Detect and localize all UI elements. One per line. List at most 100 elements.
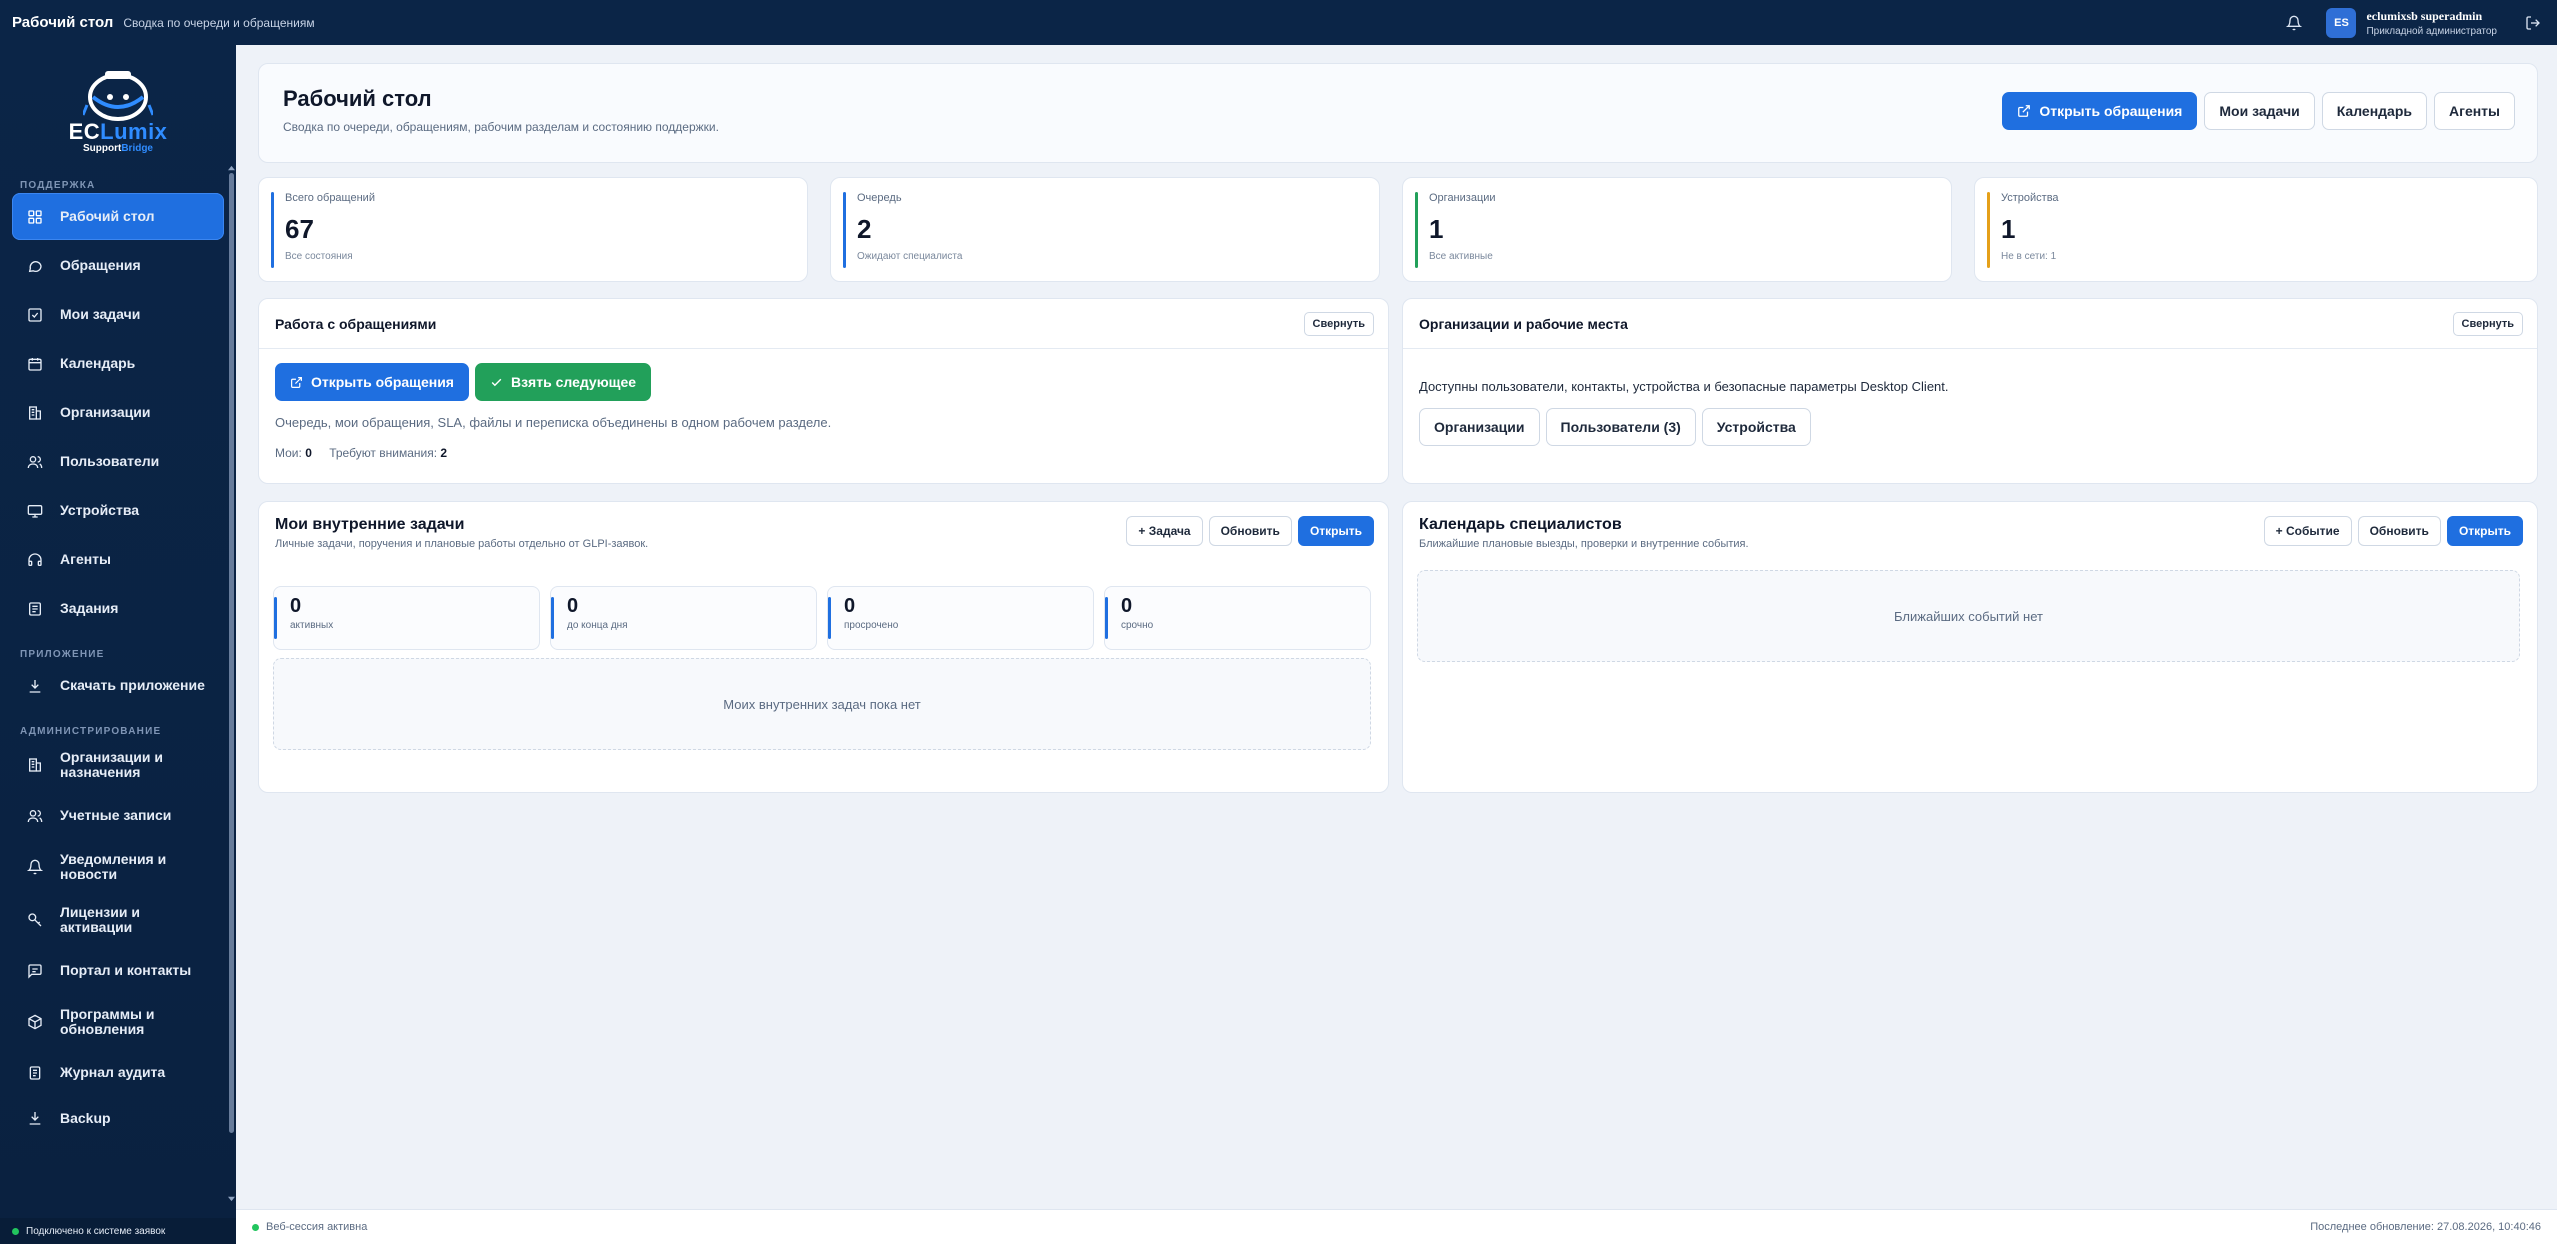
sidebar-item-backup[interactable]: Backup: [12, 1098, 224, 1138]
refresh-tasks-button[interactable]: Обновить: [1208, 516, 1292, 546]
sidebar-item-licenses[interactable]: Лицензии и активации: [12, 894, 224, 945]
stat-organizations[interactable]: Организации 1 Все активные: [1402, 177, 1952, 282]
connection-status-text: Подключено к системе заявок: [26, 1225, 166, 1237]
open-calendar-button[interactable]: Открыть: [2446, 516, 2523, 546]
counter-urgent: 0 срочно: [1104, 586, 1371, 650]
check-icon: [490, 376, 503, 389]
list-icon: [26, 600, 44, 618]
counter-due-today: 0 до конца дня: [550, 586, 817, 650]
headset-icon: [26, 551, 44, 569]
app-subtitle: Сводка по очереди и обращениям: [123, 15, 315, 30]
internal-tasks-panel: Мои внутренние задачи Личные задачи, пор…: [258, 501, 1389, 793]
counter-active: 0 активных: [273, 586, 540, 650]
sidebar-item-label: Задания: [60, 600, 119, 617]
user-role: Прикладной администратор: [2366, 25, 2497, 37]
sidebar-item-calendar[interactable]: Календарь: [12, 340, 224, 387]
sidebar-item-notifications[interactable]: Уведомления и новости: [12, 841, 224, 892]
logo-icon: [83, 70, 153, 121]
stat-hint: Все состояния: [285, 251, 353, 262]
users-button[interactable]: Пользователи (3): [1545, 408, 1696, 446]
my-tasks-button[interactable]: Мои задачи: [2204, 92, 2315, 130]
stat-label: Всего обращений: [285, 192, 375, 204]
stat-hint: Ожидают специалиста: [857, 251, 963, 262]
sidebar-item-tickets[interactable]: Обращения: [12, 242, 224, 289]
stat-devices[interactable]: Устройства 1 Не в сети: 1: [1974, 177, 2538, 282]
user-menu[interactable]: eclumixsb superadmin Прикладной админист…: [2366, 9, 2497, 37]
dashboard-icon: [26, 208, 44, 226]
sidebar-item-org-assignments[interactable]: Организации и назначения: [12, 739, 224, 790]
counter-accent: [551, 597, 554, 639]
chat-icon: [26, 257, 44, 275]
specialists-calendar-panel: Календарь специалистов Ближайшие плановы…: [1402, 501, 2538, 793]
sidebar-item-label: Пользователи: [60, 453, 160, 470]
sidebar-item-label: Обращения: [60, 257, 141, 274]
brand-logo[interactable]: ECLumix SupportBridge: [0, 45, 236, 165]
open-tickets-button[interactable]: Открыть обращения: [2002, 92, 2198, 130]
stat-queue[interactable]: Очередь 2 Ожидают специалиста: [830, 177, 1380, 282]
counter-label: срочно: [1121, 620, 1154, 631]
collapse-tickets-button[interactable]: Свернуть: [1303, 311, 1374, 336]
counter-accent: [1105, 597, 1108, 639]
stat-accent: [1987, 192, 1990, 268]
sidebar-item-programs[interactable]: Программы и обновления: [12, 996, 224, 1047]
stat-label: Устройства: [2001, 192, 2059, 204]
sidebar-item-agents[interactable]: Агенты: [12, 536, 224, 583]
bell-icon: [26, 858, 44, 876]
sidebar-item-audit-log[interactable]: Журнал аудита: [12, 1049, 224, 1096]
section-admin: АДМИНИСТРИРОВАНИЕ: [20, 726, 162, 737]
sidebar-item-dashboard[interactable]: Рабочий стол: [12, 193, 224, 240]
status-bar: Веб-сессия активна Последнее обновление:…: [236, 1209, 2557, 1244]
refresh-calendar-button[interactable]: Обновить: [2357, 516, 2441, 546]
connection-status: Подключено к системе заявок: [0, 1218, 236, 1244]
attention-count: 2: [440, 446, 448, 460]
logout-icon[interactable]: [2521, 11, 2545, 35]
stat-total-tickets[interactable]: Всего обращений 67 Все состояния: [258, 177, 808, 282]
add-event-button[interactable]: + Событие: [2263, 516, 2352, 546]
scroll-up-arrow-icon[interactable]: [228, 165, 235, 172]
sidebar-item-label: Календарь: [60, 355, 136, 372]
notifications-bell-icon[interactable]: [2280, 9, 2308, 37]
sidebar-item-my-tasks[interactable]: Мои задачи: [12, 291, 224, 338]
mine-count: 0: [305, 446, 312, 460]
organizations-description: Доступны пользователи, контакты, устройс…: [1419, 379, 1949, 394]
download-icon: [26, 677, 44, 695]
session-status-dot-icon: [252, 1223, 259, 1231]
counter-value: 0: [290, 595, 302, 617]
sidebar-item-users[interactable]: Пользователи: [12, 438, 224, 485]
take-next-button[interactable]: Взять следующее: [474, 363, 652, 401]
external-link-icon: [290, 376, 303, 389]
status-dot-icon: [12, 1227, 19, 1235]
sidebar-item-accounts[interactable]: Учетные записи: [12, 792, 224, 839]
stat-accent: [1415, 192, 1418, 268]
calendar-empty-state: Ближайших событий нет: [1417, 570, 2520, 662]
collapse-organizations-button[interactable]: Свернуть: [2452, 311, 2523, 336]
organizations-panel: Организации и рабочие места Свернуть Дос…: [1402, 298, 2538, 484]
devices-button[interactable]: Устройства: [1701, 408, 1811, 446]
agents-button[interactable]: Агенты: [2434, 92, 2515, 130]
tasks-empty-state: Моих внутренних задач пока нет: [273, 658, 1371, 750]
sidebar-item-portal[interactable]: Портал и контакты: [12, 947, 224, 994]
sidebar-item-label: Скачать приложение: [60, 677, 205, 694]
message-icon: [26, 962, 44, 980]
sidebar-item-label: Уведомления и новости: [60, 850, 167, 882]
sidebar-item-jobs[interactable]: Задания: [12, 585, 224, 632]
sidebar-item-label: Агенты: [60, 551, 111, 568]
tickets-description: Очередь, мои обращения, SLA, файлы и пер…: [275, 415, 832, 430]
sidebar-item-label: Программы и обновления: [60, 1005, 155, 1037]
open-tickets-panel-button[interactable]: Открыть обращения: [275, 363, 469, 401]
organizations-button[interactable]: Организации: [1419, 408, 1540, 446]
sidebar-scrollbar[interactable]: [229, 173, 234, 1133]
sidebar-item-organizations[interactable]: Организации: [12, 389, 224, 436]
sidebar-item-download-app[interactable]: Скачать приложение: [12, 662, 224, 709]
package-icon: [26, 1013, 44, 1031]
app-title: Рабочий стол: [12, 14, 114, 31]
stat-value: 67: [285, 214, 314, 244]
avatar[interactable]: ES: [2326, 7, 2357, 38]
organizations-panel-title: Организации и рабочие места: [1419, 315, 1628, 332]
scroll-down-arrow-icon[interactable]: [228, 1195, 235, 1202]
add-task-button[interactable]: + Задача: [1126, 516, 1203, 546]
counter-overdue: 0 просрочено: [827, 586, 1094, 650]
calendar-button[interactable]: Календарь: [2321, 92, 2427, 130]
open-tasks-button[interactable]: Открыть: [1297, 516, 1374, 546]
sidebar-item-devices[interactable]: Устройства: [12, 487, 224, 534]
